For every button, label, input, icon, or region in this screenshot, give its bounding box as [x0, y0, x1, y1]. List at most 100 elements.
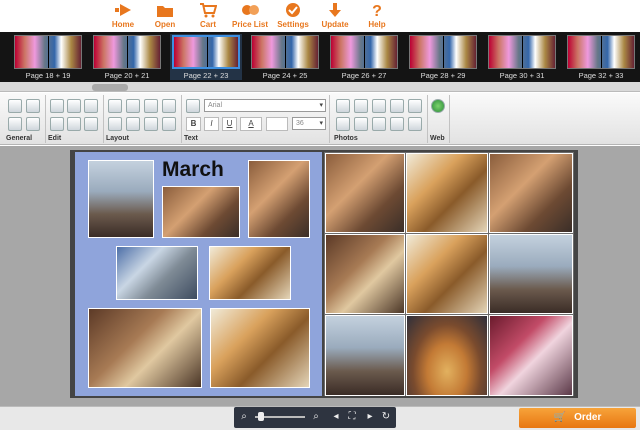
photo-frame-icon[interactable] — [390, 99, 404, 113]
open-file-icon[interactable] — [8, 117, 22, 131]
help-button[interactable]: ? Help — [352, 2, 402, 29]
photo-frame[interactable] — [210, 308, 310, 388]
photo-effects-icon[interactable] — [354, 99, 368, 113]
page-thumbnail-selected[interactable]: Page 22 + 23 — [170, 34, 242, 80]
delete-icon[interactable] — [84, 99, 98, 113]
photo-frame[interactable] — [489, 315, 573, 396]
layout-options-icon[interactable] — [162, 99, 176, 113]
thumbnail-image — [93, 35, 161, 69]
next-page-icon[interactable]: ▸ — [364, 410, 376, 424]
add-photo-icon[interactable] — [336, 99, 350, 113]
page-thumbnail[interactable]: Page 26 + 27 — [328, 34, 400, 80]
thumbnail-image — [251, 35, 319, 69]
photo-copy-icon[interactable] — [354, 117, 368, 131]
page-thumbnail[interactable]: Page 32 + 33 — [565, 34, 637, 80]
ribbon-group-photos: Photos — [332, 95, 428, 143]
italic-button[interactable]: I — [204, 117, 219, 131]
tools-icon[interactable] — [26, 117, 40, 131]
open-label: Open — [154, 20, 176, 29]
layout-grid-icon[interactable] — [126, 99, 140, 113]
photo-frame[interactable] — [209, 246, 291, 300]
zoom-in-icon[interactable]: ⌕ — [310, 410, 322, 424]
svg-text:?: ? — [372, 3, 382, 18]
grid-icon[interactable] — [126, 117, 140, 131]
order-label: Order — [574, 412, 602, 423]
page-thumbnail[interactable]: Page 28 + 29 — [407, 34, 479, 80]
cut-icon[interactable] — [84, 117, 98, 131]
photo-frame[interactable] — [406, 315, 488, 396]
ribbon-group-label: Web — [430, 135, 445, 142]
photo-layout-icon[interactable] — [408, 117, 422, 131]
photo-frame[interactable] — [489, 234, 573, 314]
ribbon-group-label: Layout — [106, 135, 129, 142]
rotate-icon[interactable] — [144, 99, 158, 113]
underline-button[interactable]: U — [222, 117, 237, 131]
page-thumbnail[interactable]: Page 30 + 31 — [486, 34, 558, 80]
folder-icon — [156, 2, 174, 18]
photo-frame[interactable] — [489, 153, 573, 233]
photo-frame[interactable] — [325, 315, 405, 396]
settings-icon — [284, 2, 302, 18]
arrow-right-icon — [114, 2, 132, 18]
photo-crop-icon[interactable] — [336, 117, 350, 131]
photo-frame[interactable] — [248, 160, 310, 238]
copy-icon[interactable] — [50, 117, 64, 131]
bold-button[interactable]: B — [186, 117, 201, 131]
settings-label: Settings — [277, 20, 309, 29]
strip-scrollbar-thumb[interactable] — [92, 84, 128, 91]
page-title-text[interactable]: March — [162, 158, 224, 182]
photo-fit-icon[interactable] — [390, 117, 404, 131]
photo-frame[interactable] — [162, 186, 240, 238]
page-thumbnail-strip: Page 18 + 19 Page 20 + 21 Page 22 + 23 P… — [0, 32, 640, 82]
thumbnail-image — [330, 35, 398, 69]
thumbnail-image — [488, 35, 556, 69]
font-size-select[interactable]: 36 — [292, 117, 326, 130]
new-layout-icon[interactable] — [108, 99, 122, 113]
undo-icon[interactable] — [50, 99, 64, 113]
download-arrow-icon — [326, 2, 344, 18]
photo-frame[interactable] — [116, 246, 198, 300]
zoom-out-icon[interactable]: ⌕ — [238, 410, 250, 424]
previous-page-icon[interactable]: ◂ — [330, 410, 342, 424]
ribbon-group-edit: Edit — [46, 95, 104, 143]
page-thumbnail[interactable]: Page 24 + 25 — [249, 34, 321, 80]
photo-frame[interactable] — [325, 234, 405, 314]
ribbon-group-label: Edit — [48, 135, 62, 142]
page-thumbnail-label: Page 22 + 23 — [183, 71, 229, 80]
rotate-view-icon[interactable]: ↻ — [380, 410, 392, 424]
photo-frame[interactable] — [88, 308, 202, 388]
page-thumbnail-label: Page 28 + 29 — [420, 71, 466, 80]
page-thumbnail[interactable]: Page 18 + 19 — [12, 34, 84, 80]
photo-rotate-icon[interactable] — [372, 117, 386, 131]
ribbon-group-web: Web — [428, 95, 450, 143]
ribbon-group-general: General — [4, 95, 46, 143]
arrange-icon[interactable] — [144, 117, 158, 131]
font-name-select[interactable]: Arial — [204, 99, 326, 112]
order-button[interactable]: 🛒 Order — [519, 408, 636, 428]
photo-search-icon[interactable] — [372, 99, 386, 113]
page-thumbnail[interactable]: Page 20 + 21 — [91, 34, 163, 80]
redo-icon[interactable] — [67, 99, 81, 113]
photo-frame[interactable] — [406, 234, 488, 314]
page-icon[interactable] — [162, 117, 176, 131]
font-color-button[interactable]: A — [240, 117, 262, 131]
paste-icon[interactable] — [67, 117, 81, 131]
text-icon[interactable] — [186, 99, 200, 113]
photo-frame[interactable] — [325, 153, 405, 233]
zoom-slider-handle[interactable] — [258, 412, 264, 421]
ribbon-group-text: Arial B I U A 36 Text — [182, 95, 330, 143]
ribbon-toolbar: General Edit Layout Arial B I U A 36 Tex… — [0, 93, 640, 145]
export-icon[interactable] — [26, 99, 40, 113]
fit-to-screen-icon[interactable]: ⛶ — [346, 410, 358, 424]
ribbon-group-label: Photos — [334, 135, 358, 142]
highlight-button[interactable] — [266, 117, 288, 131]
update-label: Update — [321, 20, 349, 29]
photo-frame[interactable] — [406, 153, 488, 233]
photo-frame[interactable] — [88, 160, 154, 238]
thumbnail-image — [172, 35, 240, 69]
web-globe-icon[interactable] — [431, 99, 445, 113]
copy-layout-icon[interactable] — [108, 117, 122, 131]
save-icon[interactable] — [8, 99, 22, 113]
home-label: Home — [111, 20, 135, 29]
photo-grid-icon[interactable] — [408, 99, 422, 113]
